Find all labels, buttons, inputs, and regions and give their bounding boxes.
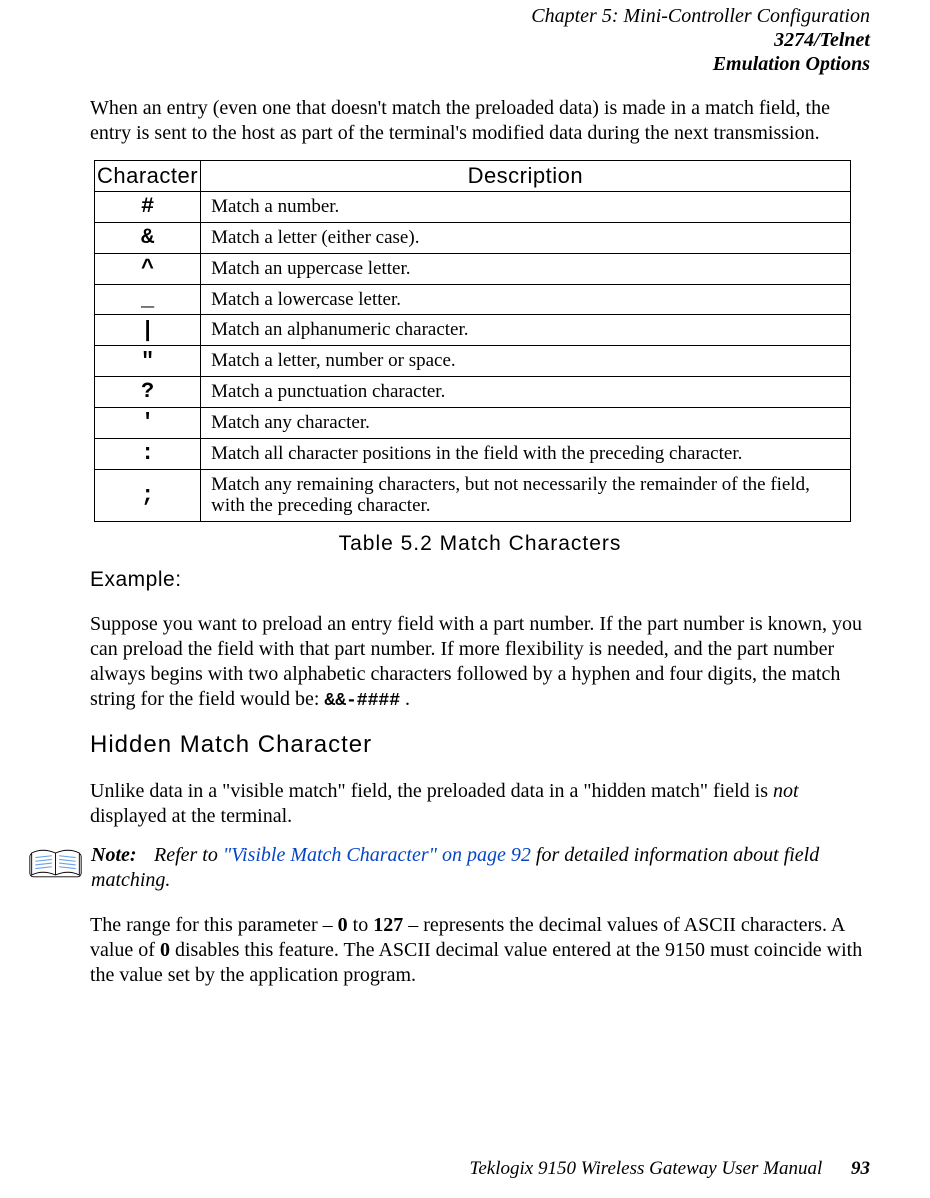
- intro-paragraph: When an entry (even one that doesn't mat…: [90, 96, 870, 146]
- table-row: ^Match an uppercase letter.: [95, 253, 851, 284]
- char-desc: Match a letter, number or space.: [201, 346, 851, 377]
- hidden-text-start: Unlike data in a "visible match" field, …: [90, 780, 773, 802]
- example-paragraph: Suppose you want to preload an entry fie…: [90, 612, 870, 713]
- table-row: 'Match any character.: [95, 407, 851, 438]
- char-desc: Match a number.: [201, 192, 851, 223]
- range-p1: The range for this parameter –: [90, 914, 338, 936]
- char-symbol: ;: [95, 469, 201, 522]
- table-row: |Match an alphanumeric character.: [95, 315, 851, 346]
- header-chapter: Chapter 5: Mini-Controller Configuration: [90, 4, 870, 28]
- char-symbol: ?: [95, 377, 201, 408]
- char-desc: Match all character positions in the fie…: [201, 438, 851, 469]
- char-symbol: |: [95, 315, 201, 346]
- char-desc: Match any remaining characters, but not …: [201, 469, 851, 522]
- table-row: &Match a letter (either case).: [95, 222, 851, 253]
- range-paragraph: The range for this parameter – 0 to 127 …: [90, 913, 870, 988]
- footer-title: Teklogix 9150 Wireless Gateway User Manu…: [470, 1158, 823, 1179]
- header-section: 3274/Telnet: [90, 28, 870, 52]
- char-symbol: &: [95, 222, 201, 253]
- table-row: ;Match any remaining characters, but not…: [95, 469, 851, 522]
- range-b2: 127: [373, 914, 403, 936]
- hidden-paragraph: Unlike data in a "visible match" field, …: [90, 779, 870, 829]
- note-link: "Visible Match Character" on page 92: [223, 844, 531, 866]
- example-heading: Example:: [90, 568, 870, 592]
- char-symbol: #: [95, 192, 201, 223]
- hidden-em: not: [773, 780, 799, 802]
- range-b3: 0: [160, 939, 170, 961]
- char-desc: Match an alphanumeric character.: [201, 315, 851, 346]
- example-code: &&-####: [324, 691, 400, 711]
- note-text: Note: Refer to "Visible Match Character"…: [83, 843, 870, 893]
- header-subsection: Emulation Options: [90, 52, 870, 76]
- char-symbol: _: [95, 284, 201, 315]
- char-symbol: :: [95, 438, 201, 469]
- char-symbol: ': [95, 407, 201, 438]
- hidden-text-end: displayed at the terminal.: [90, 805, 292, 827]
- char-desc: Match an uppercase letter.: [201, 253, 851, 284]
- table-row: ?Match a punctuation character.: [95, 377, 851, 408]
- char-symbol: ": [95, 346, 201, 377]
- page-content: Chapter 5: Mini-Controller Configuration…: [0, 0, 930, 988]
- range-p4: disables this feature. The ASCII decimal…: [90, 939, 862, 986]
- note-text-start: Refer to: [154, 844, 223, 866]
- range-b1: 0: [338, 914, 348, 936]
- hidden-heading: Hidden Match Character: [90, 731, 870, 759]
- table-row: #Match a number.: [95, 192, 851, 223]
- footer: Teklogix 9150 Wireless Gateway User Manu…: [470, 1158, 870, 1180]
- book-icon: [28, 845, 83, 889]
- char-desc: Match a letter (either case).: [201, 222, 851, 253]
- table-row: :Match all character positions in the fi…: [95, 438, 851, 469]
- example-text-end: .: [400, 688, 410, 710]
- char-symbol: ^: [95, 253, 201, 284]
- running-header: Chapter 5: Mini-Controller Configuration…: [90, 0, 870, 76]
- col-character: Character: [95, 161, 201, 192]
- range-p2: to: [348, 914, 374, 936]
- char-desc: Match a lowercase letter.: [201, 284, 851, 315]
- page-number: 93: [851, 1158, 870, 1179]
- example-text-start: Suppose you want to preload an entry fie…: [90, 613, 862, 710]
- char-desc: Match a punctuation character.: [201, 377, 851, 408]
- table-caption: Table 5.2 Match Characters: [90, 532, 870, 556]
- table-row: _Match a lowercase letter.: [95, 284, 851, 315]
- table-row: "Match a letter, number or space.: [95, 346, 851, 377]
- char-desc: Match any character.: [201, 407, 851, 438]
- col-description: Description: [201, 161, 851, 192]
- note-label: Note:: [91, 843, 149, 868]
- match-characters-table: Character Description #Match a number. &…: [94, 160, 851, 522]
- note-block: Note: Refer to "Visible Match Character"…: [28, 843, 870, 893]
